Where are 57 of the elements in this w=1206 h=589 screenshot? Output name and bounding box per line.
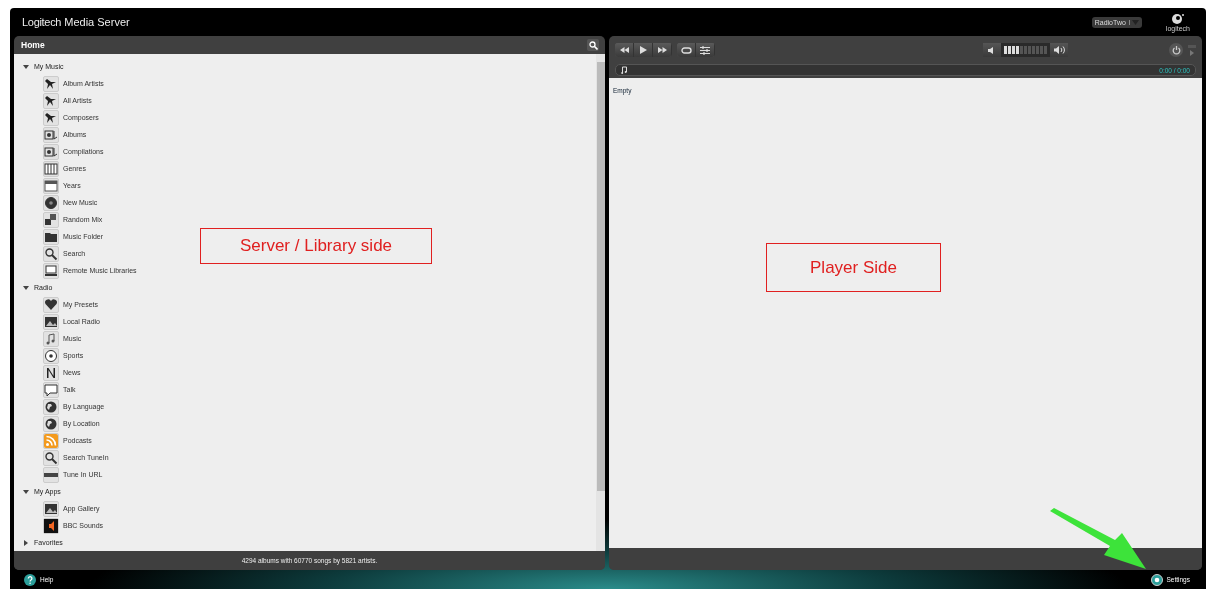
app-title: Logitech Media Server (22, 16, 131, 28)
volume-down-button[interactable] (983, 43, 1001, 57)
fast-forward-icon (657, 47, 667, 53)
volume-slider[interactable] (1001, 43, 1050, 57)
calendar-icon (43, 177, 59, 194)
album-icon (43, 126, 59, 143)
repeat-button[interactable] (677, 43, 696, 57)
annotation-label: Player Side (766, 243, 941, 292)
strip-icon (43, 466, 59, 483)
power-button[interactable] (1169, 43, 1183, 57)
help-icon (24, 573, 36, 586)
collapse-toggle[interactable] (1188, 44, 1196, 56)
collapse-triangle-icon[interactable] (23, 488, 29, 495)
speaker-high-icon (1053, 46, 1065, 54)
repeat-icon (680, 46, 692, 54)
annotation-label: Server / Library side (200, 228, 432, 264)
search-button[interactable] (587, 39, 599, 52)
rewind-button[interactable] (615, 43, 634, 57)
expand-triangle-icon[interactable] (23, 539, 29, 546)
disc-icon (43, 194, 59, 211)
picture-icon (43, 313, 59, 330)
caret-icon (1131, 19, 1139, 25)
logo-mark-icon (1170, 12, 1185, 25)
speaker-low-icon (988, 46, 996, 54)
album-icon (43, 143, 59, 160)
play-icon (639, 46, 647, 54)
dice-icon (43, 211, 59, 228)
speaker-icon (43, 517, 59, 534)
rewind-icon (619, 47, 629, 53)
heart-icon (43, 296, 59, 313)
equalizer-icon (700, 45, 710, 55)
soccer-ball-icon (43, 347, 59, 364)
search-icon (588, 40, 598, 50)
search-icon (43, 245, 59, 262)
collapse-triangle-icon[interactable] (23, 63, 29, 70)
globe-icon (43, 398, 59, 415)
folder-icon (43, 228, 59, 245)
piano-keys-icon (43, 160, 59, 177)
music-note-icon (43, 330, 59, 347)
music-note-icon (621, 66, 627, 74)
power-icon (1171, 45, 1181, 55)
gallery-icon (43, 500, 59, 517)
rss-icon (43, 432, 59, 449)
shuffle-button[interactable] (696, 43, 715, 57)
play-button[interactable] (634, 43, 653, 57)
search-icon (43, 449, 59, 466)
collapse-triangle-icon[interactable] (23, 284, 29, 291)
scrollbar[interactable] (596, 54, 605, 552)
settings-icon (1150, 573, 1163, 586)
fast-forward-button[interactable] (653, 43, 672, 57)
panel-title: Home (21, 40, 45, 51)
triangle-icon (1190, 49, 1194, 56)
globe-icon (43, 415, 59, 432)
laptop-icon (43, 262, 59, 279)
volume-up-button[interactable] (1050, 43, 1068, 57)
speech-bubble-icon (43, 381, 59, 398)
letter-n-icon (43, 364, 59, 381)
